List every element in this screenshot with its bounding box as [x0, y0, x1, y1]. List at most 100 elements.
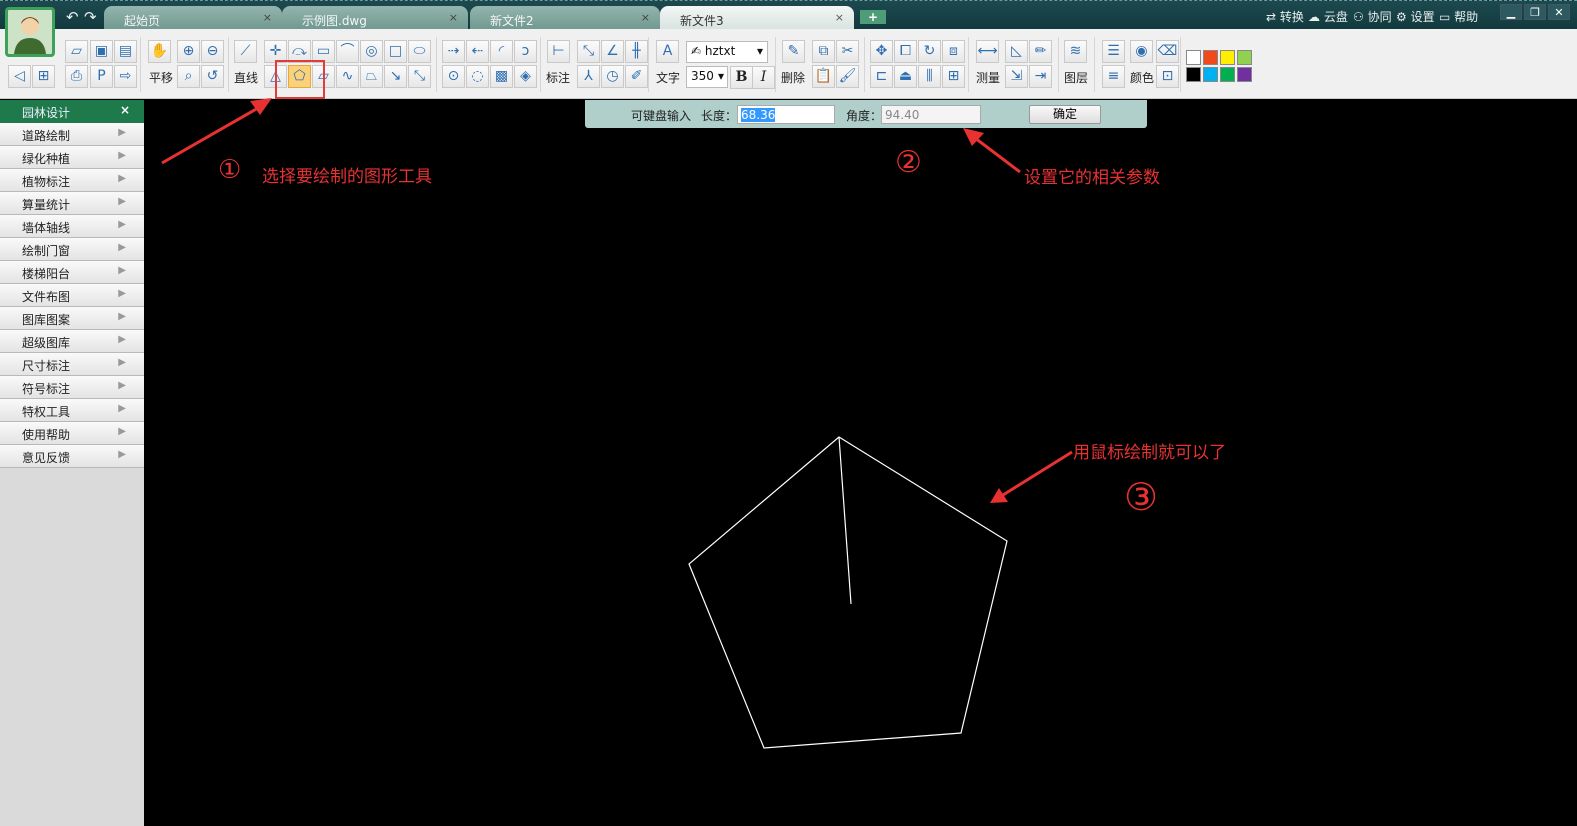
continuous-dim-icon[interactable]: ╫: [625, 40, 648, 63]
rotate-icon[interactable]: ↻: [918, 40, 941, 63]
undo-icon[interactable]: ↶: [66, 8, 79, 26]
sidebar-item[interactable]: 超级图库 ▶: [0, 330, 144, 353]
sidebar-item[interactable]: 文件布图 ▶: [0, 284, 144, 307]
insert-table-icon[interactable]: ⇥: [1029, 65, 1052, 88]
fillet-icon[interactable]: ◜: [490, 40, 513, 63]
zoom-in-icon[interactable]: ⊕: [177, 40, 200, 63]
font-size-select[interactable]: 350 ▾: [686, 66, 728, 88]
menu-cloud[interactable]: ☁ 云盘: [1308, 8, 1348, 25]
redo-icon[interactable]: ↷: [84, 8, 97, 26]
aligned-dim-icon[interactable]: ⤡: [577, 40, 600, 63]
paste-icon[interactable]: 📋: [812, 65, 835, 88]
text-icon[interactable]: A: [656, 40, 679, 63]
menu-help[interactable]: ▭ 帮助: [1439, 8, 1478, 25]
circle-icon[interactable]: ◎: [360, 40, 383, 63]
pdf-icon[interactable]: P: [90, 65, 113, 88]
mirror-icon[interactable]: ⫼: [918, 65, 941, 88]
circle-center-icon[interactable]: ⊙: [442, 65, 465, 88]
print-icon[interactable]: ⎙: [65, 65, 88, 88]
pan-label[interactable]: 平移: [149, 69, 173, 86]
arrow-icon[interactable]: ↘: [384, 65, 407, 88]
offset-shape-icon[interactable]: ⏏: [894, 65, 917, 88]
trim-icon[interactable]: ⇢: [442, 40, 465, 63]
measure-icon[interactable]: ⟷: [976, 40, 999, 63]
sidebar-item[interactable]: 意见反馈 ▶: [0, 445, 144, 468]
confirm-button[interactable]: 确定: [1029, 105, 1101, 124]
color-swatch[interactable]: [1237, 50, 1252, 65]
close-window-button[interactable]: ✕: [1548, 4, 1570, 20]
angle-input[interactable]: 94.40: [881, 105, 981, 124]
copy-icon[interactable]: ⧉: [812, 40, 835, 63]
line-label[interactable]: 直线: [234, 69, 258, 86]
radius-icon[interactable]: ◷: [601, 65, 624, 88]
stretch-icon[interactable]: ⊏: [870, 65, 893, 88]
color-swatch[interactable]: [1220, 67, 1235, 82]
back-icon[interactable]: ◁: [8, 65, 31, 88]
line-weight-icon[interactable]: ≡: [1102, 65, 1125, 88]
extend-icon[interactable]: ⇠: [466, 40, 489, 63]
sidebar-item[interactable]: 尺寸标注 ▶: [0, 353, 144, 376]
move-icon[interactable]: ✥: [870, 40, 893, 63]
save-icon[interactable]: ▣: [90, 40, 113, 63]
tab-start[interactable]: 起始页 ×: [104, 6, 282, 30]
sidebar-item[interactable]: 算量统计 ▶: [0, 192, 144, 215]
italic-button[interactable]: I: [752, 66, 775, 89]
sidebar-item[interactable]: 绿化种植 ▶: [0, 146, 144, 169]
zoom-out-icon[interactable]: ⊖: [201, 40, 224, 63]
close-icon[interactable]: ×: [263, 11, 272, 24]
close-icon[interactable]: ×: [835, 11, 844, 24]
close-icon[interactable]: ×: [641, 11, 650, 24]
line-icon[interactable]: ⟋: [234, 40, 257, 63]
delete-label[interactable]: 删除: [781, 69, 805, 86]
area-icon[interactable]: ◺: [1005, 40, 1028, 63]
minimize-button[interactable]: ▁: [1500, 4, 1522, 20]
match-prop-icon[interactable]: ✐: [625, 65, 648, 88]
color-swatch[interactable]: [1186, 67, 1201, 82]
dimension-icon[interactable]: ⊢: [547, 40, 570, 63]
array-icon[interactable]: ⧈: [942, 40, 965, 63]
user-avatar[interactable]: [5, 7, 55, 57]
insert-image-icon[interactable]: ⇲: [1005, 65, 1028, 88]
sidebar-item[interactable]: 特权工具 ▶: [0, 399, 144, 422]
grid-array-icon[interactable]: ⊞: [942, 65, 965, 88]
menu-settings[interactable]: ⚙ 设置: [1396, 8, 1435, 25]
spline-icon[interactable]: ∿: [336, 65, 359, 88]
sidebar-item[interactable]: 图库图案 ▶: [0, 307, 144, 330]
sidebar-item[interactable]: 道路绘制 ▶: [0, 123, 144, 146]
color-wheel-icon[interactable]: ◉: [1130, 40, 1153, 63]
double-arrow-icon[interactable]: ⤡: [408, 65, 431, 88]
dimension-label[interactable]: 标注: [546, 69, 570, 86]
brush-icon[interactable]: 🖌: [836, 65, 859, 88]
layer-icon[interactable]: ≋: [1064, 40, 1087, 63]
chamfer-icon[interactable]: ↄ: [514, 40, 537, 63]
fraction-icon[interactable]: ⅄: [577, 65, 600, 88]
fill-icon[interactable]: ◈: [514, 65, 537, 88]
sidebar-item[interactable]: 楼梯阳台 ▶: [0, 261, 144, 284]
color-swatch[interactable]: [1220, 50, 1235, 65]
save-as-icon[interactable]: ▤: [114, 40, 137, 63]
zoom-previous-icon[interactable]: ↺: [201, 65, 224, 88]
sidebar-item[interactable]: 植物标注 ▶: [0, 169, 144, 192]
zoom-window-icon[interactable]: ⌕: [177, 65, 200, 88]
export-icon[interactable]: ⇨: [114, 65, 137, 88]
menu-collab[interactable]: ⚇ 协同: [1353, 8, 1392, 25]
trapezoid-icon[interactable]: ⏢: [360, 65, 383, 88]
tab-example[interactable]: 示例图.dwg ×: [282, 6, 468, 30]
layer-label[interactable]: 图层: [1064, 69, 1088, 86]
sidebar-item[interactable]: 使用帮助 ▶: [0, 422, 144, 445]
font-select[interactable]: ✍ hztxt ▾: [686, 41, 768, 63]
rectangle-icon[interactable]: □: [384, 40, 407, 63]
circle-3p-icon[interactable]: ◌: [466, 65, 489, 88]
angle-dim-icon[interactable]: ∠: [601, 40, 624, 63]
linetype-icon[interactable]: ☰: [1102, 40, 1125, 63]
new-icon[interactable]: ⊞: [32, 65, 55, 88]
color-swatch[interactable]: [1203, 67, 1218, 82]
erase-small-icon[interactable]: ⌫: [1156, 40, 1179, 63]
tab-newfile3[interactable]: 新文件3 ×: [660, 6, 854, 30]
close-icon[interactable]: ×: [449, 11, 458, 24]
add-tab-button[interactable]: +: [860, 10, 886, 24]
measure-label[interactable]: 测量: [976, 69, 1000, 86]
menu-convert[interactable]: ⇄ 转换: [1266, 8, 1304, 25]
sidebar-item[interactable]: 符号标注 ▶: [0, 376, 144, 399]
block-icon[interactable]: ⊡: [1156, 65, 1179, 88]
